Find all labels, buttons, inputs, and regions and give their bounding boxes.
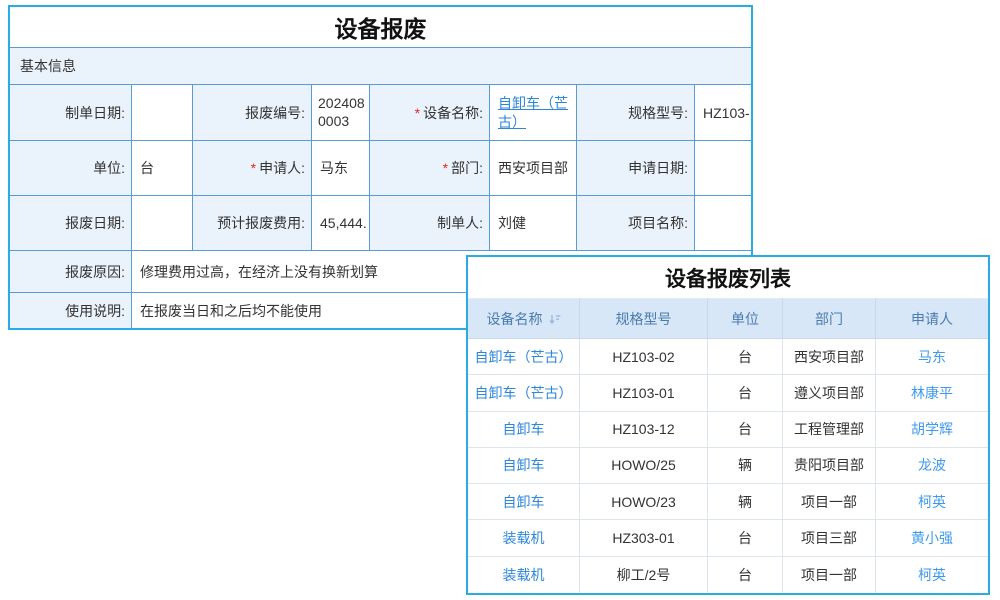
scrap-no-field[interactable]: 2024080003	[312, 85, 370, 141]
applicant-cell[interactable]: 黄小强	[876, 520, 988, 556]
list-body: 自卸车（芒古） HZ103-02 台 西安项目部 马东 自卸车（芒古） HZ10…	[468, 339, 988, 593]
unit-cell: 台	[708, 557, 783, 593]
spec-model-cell: HZ103-02	[580, 339, 708, 375]
col-header-device-name[interactable]: 设备名称	[468, 299, 580, 339]
maker-label: 制单人:	[370, 196, 490, 251]
department-cell: 遵义项目部	[783, 375, 876, 411]
applicant-field[interactable]: 马东	[312, 141, 370, 196]
table-row: 自卸车（芒古） HZ103-01 台 遵义项目部 林康平	[468, 375, 988, 411]
sort-icon[interactable]	[549, 313, 561, 325]
applicant-cell[interactable]: 柯英	[876, 484, 988, 520]
spec-model-cell: HOWO/23	[580, 484, 708, 520]
spec-model-label: 规格型号:	[577, 85, 695, 141]
col-header-spec-model[interactable]: 规格型号	[580, 299, 708, 339]
spec-model-cell: HZ103-12	[580, 412, 708, 448]
department-label: *部门:	[370, 141, 490, 196]
spec-model-cell: 柳工/2号	[580, 557, 708, 593]
applicant-cell[interactable]: 林康平	[876, 375, 988, 411]
department-cell: 项目一部	[783, 484, 876, 520]
page: 设备报废 基本信息 制单日期: 报废编号: 2024080003 *设备名称: …	[0, 0, 1000, 600]
table-row: 装载机 柳工/2号 台 项目一部 柯英	[468, 557, 988, 593]
maker-field[interactable]: 刘健	[490, 196, 577, 251]
scrap-reason-label: 报废原因:	[10, 251, 132, 293]
department-cell: 项目三部	[783, 520, 876, 556]
unit-cell: 台	[708, 375, 783, 411]
unit-cell: 辆	[708, 484, 783, 520]
device-name-link[interactable]: 自卸车（芒古）	[498, 94, 572, 130]
col-header-unit[interactable]: 单位	[708, 299, 783, 339]
apply-date-label: 申请日期:	[577, 141, 695, 196]
department-cell: 西安项目部	[783, 339, 876, 375]
applicant-label: *申请人:	[193, 141, 312, 196]
scrap-date-label: 报废日期:	[10, 196, 132, 251]
department-field[interactable]: 西安项目部	[490, 141, 577, 196]
applicant-cell[interactable]: 龙波	[876, 448, 988, 484]
unit-label: 单位:	[10, 141, 132, 196]
spec-model-field[interactable]: HZ103-	[695, 85, 751, 141]
make-date-label: 制单日期:	[10, 85, 132, 141]
table-row: 自卸车 HOWO/23 辆 项目一部 柯英	[468, 484, 988, 520]
department-cell: 贵阳项目部	[783, 448, 876, 484]
table-row: 自卸车 HOWO/25 辆 贵阳项目部 龙波	[468, 448, 988, 484]
est-cost-label: 预计报废费用:	[193, 196, 312, 251]
applicant-cell[interactable]: 胡学辉	[876, 412, 988, 448]
spec-model-cell: HZ103-01	[580, 375, 708, 411]
project-name-label: 项目名称:	[577, 196, 695, 251]
form-title: 设备报废	[10, 7, 751, 48]
apply-date-field[interactable]	[695, 141, 751, 196]
col-header-applicant[interactable]: 申请人	[876, 299, 988, 339]
unit-cell: 台	[708, 412, 783, 448]
device-name-cell[interactable]: 自卸车（芒古）	[468, 375, 580, 411]
make-date-field[interactable]	[132, 85, 193, 141]
device-name-cell[interactable]: 自卸车	[468, 412, 580, 448]
col-header-department[interactable]: 部门	[783, 299, 876, 339]
spec-model-cell: HOWO/25	[580, 448, 708, 484]
unit-field[interactable]: 台	[132, 141, 193, 196]
project-name-field[interactable]	[695, 196, 751, 251]
est-cost-field[interactable]: 45,444.	[312, 196, 370, 251]
section-basic-info: 基本信息	[10, 48, 751, 85]
form-row-3: 报废日期: 预计报废费用: 45,444. 制单人: 刘健 项目名称:	[10, 196, 751, 251]
department-cell: 工程管理部	[783, 412, 876, 448]
scrap-date-field[interactable]	[132, 196, 193, 251]
scrap-no-label: 报废编号:	[193, 85, 312, 141]
required-mark: *	[443, 160, 448, 176]
device-name-cell[interactable]: 自卸车	[468, 484, 580, 520]
device-name-cell[interactable]: 自卸车	[468, 448, 580, 484]
unit-cell: 台	[708, 520, 783, 556]
usage-note-label: 使用说明:	[10, 293, 132, 328]
required-mark: *	[251, 160, 256, 176]
device-name-cell[interactable]: 装载机	[468, 557, 580, 593]
applicant-cell[interactable]: 马东	[876, 339, 988, 375]
form-row-1: 制单日期: 报废编号: 2024080003 *设备名称: 自卸车（芒古） 规格…	[10, 85, 751, 141]
list-header-row: 设备名称 规格型号 单位 部门 申请人	[468, 299, 988, 339]
device-name-cell[interactable]: 自卸车（芒古）	[468, 339, 580, 375]
table-row: 装载机 HZ303-01 台 项目三部 黄小强	[468, 520, 988, 556]
scrap-list-panel: 设备报废列表 设备名称 规格型号 单位 部门	[466, 255, 990, 595]
list-title: 设备报废列表	[468, 257, 988, 299]
department-cell: 项目一部	[783, 557, 876, 593]
device-name-label: *设备名称:	[370, 85, 490, 141]
device-name-field[interactable]: 自卸车（芒古）	[490, 85, 577, 141]
unit-cell: 辆	[708, 448, 783, 484]
unit-cell: 台	[708, 339, 783, 375]
spec-model-cell: HZ303-01	[580, 520, 708, 556]
device-name-cell[interactable]: 装载机	[468, 520, 580, 556]
form-row-2: 单位: 台 *申请人: 马东 *部门: 西安项目部 申请日期:	[10, 141, 751, 196]
required-mark: *	[415, 105, 420, 121]
table-row: 自卸车（芒古） HZ103-02 台 西安项目部 马东	[468, 339, 988, 375]
applicant-cell[interactable]: 柯英	[876, 557, 988, 593]
table-row: 自卸车 HZ103-12 台 工程管理部 胡学辉	[468, 412, 988, 448]
